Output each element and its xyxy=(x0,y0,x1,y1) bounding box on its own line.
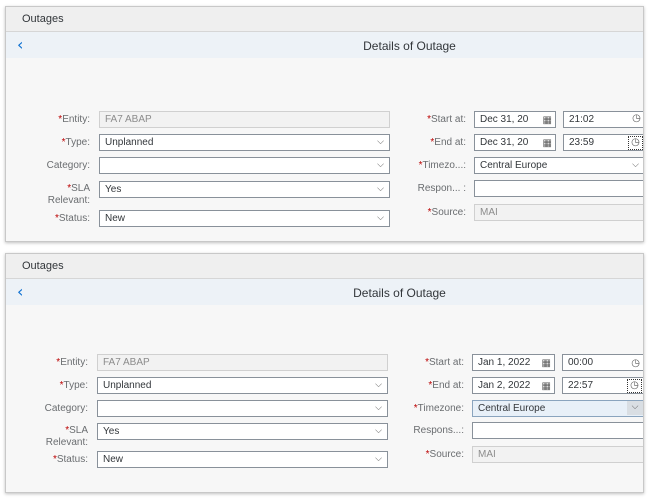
type-value: Unplanned xyxy=(103,380,152,391)
timezone-label: *Timezo...: xyxy=(418,160,466,171)
calendar-icon[interactable]: ▦ xyxy=(542,379,551,393)
clock-icon[interactable]: ◷ xyxy=(631,356,640,370)
outage-form: *Entity: FA7 ABAP *Type: Unplanned ⌵ Cate… xyxy=(6,305,643,492)
start-time-value: 00:00 xyxy=(568,357,594,368)
chevron-down-icon[interactable]: ⌵ xyxy=(627,401,643,415)
page-title: Details of Outage xyxy=(353,286,446,300)
timezone-select[interactable]: Central Europe ⌵ xyxy=(472,400,643,417)
sla-value: Yes xyxy=(105,184,122,195)
end-date-value: Jan 2, 2022 xyxy=(478,380,531,391)
end-time-value: 22:57 xyxy=(568,380,594,391)
sla-select[interactable]: Yes ⌵ xyxy=(97,423,388,440)
start-date-value: Dec 31, 20 xyxy=(480,114,529,125)
start-time-field[interactable]: 21:02 ◷ xyxy=(563,111,643,128)
entity-label: *Entity: xyxy=(58,114,90,125)
chevron-down-icon[interactable]: ⌵ xyxy=(375,401,382,416)
clock-icon[interactable]: ◷ xyxy=(630,113,643,125)
type-select[interactable]: Unplanned ⌵ xyxy=(99,134,390,151)
calendar-icon[interactable]: ▦ xyxy=(543,136,552,150)
source-label: *Source: xyxy=(425,449,464,460)
responsible-input[interactable] xyxy=(474,180,643,197)
start-time-value: 21:02 xyxy=(569,114,595,125)
end-time-field[interactable]: 23:59 ◷ xyxy=(563,134,643,151)
timezone-value: Central Europe xyxy=(478,403,546,414)
category-label: Category: xyxy=(46,160,90,171)
chevron-down-icon[interactable]: ⌵ xyxy=(632,158,639,173)
status-label: *Status: xyxy=(52,454,88,465)
outage-panel-1: Outages ‹ Details of Outage *Entity: FA7… xyxy=(5,6,644,242)
end-date-field[interactable]: Jan 2, 2022 ▦ xyxy=(472,377,555,394)
start-time-field[interactable]: 00:00 ◷ xyxy=(562,354,643,371)
entity-field: FA7 ABAP xyxy=(99,111,390,128)
outage-form: *Entity: FA7 ABAP *Type: Unplanned ⌵ Cate… xyxy=(6,58,643,241)
tab-outages[interactable]: Outages xyxy=(6,254,643,279)
status-label: *Status: xyxy=(54,213,90,224)
timezone-value: Central Europe xyxy=(480,160,548,171)
sla-select[interactable]: Yes ⌵ xyxy=(99,181,390,198)
start-label: *Start at: xyxy=(425,357,464,368)
page-header: ‹ Details of Outage xyxy=(6,279,643,307)
entity-field: FA7 ABAP xyxy=(97,354,388,371)
status-select[interactable]: New ⌵ xyxy=(97,451,388,468)
category-select[interactable]: ⌵ xyxy=(97,400,388,417)
status-value: New xyxy=(103,454,124,465)
start-date-value: Jan 1, 2022 xyxy=(478,357,531,368)
end-label: *End at: xyxy=(430,137,466,148)
chevron-down-icon[interactable]: ⌵ xyxy=(377,158,384,173)
end-date-value: Dec 31, 20 xyxy=(480,137,529,148)
end-date-field[interactable]: Dec 31, 20 ▦ xyxy=(474,134,556,151)
status-select[interactable]: New ⌵ xyxy=(99,210,390,227)
status-value: New xyxy=(105,213,126,224)
type-select[interactable]: Unplanned ⌵ xyxy=(97,377,388,394)
type-label: *Type: xyxy=(59,380,88,391)
sla-label: *SLA Relevant: xyxy=(47,183,90,206)
responsible-label: Respons...: xyxy=(413,425,464,436)
start-date-field[interactable]: Dec 31, 20 ▦ xyxy=(474,111,556,128)
chevron-down-icon[interactable]: ⌵ xyxy=(375,378,382,393)
outage-panel-2: Outages ‹ Details of Outage *Entity: FA7… xyxy=(5,253,644,493)
type-label: *Type: xyxy=(61,137,90,148)
page-header: ‹ Details of Outage xyxy=(6,32,643,60)
chevron-down-icon[interactable]: ⌵ xyxy=(377,182,384,197)
timezone-label: *Timezone: xyxy=(413,403,464,414)
end-time-field[interactable]: 22:57 ◷ xyxy=(562,377,643,394)
sla-value: Yes xyxy=(103,426,120,437)
calendar-icon[interactable]: ▦ xyxy=(543,113,552,127)
tab-outages[interactable]: Outages xyxy=(6,7,643,32)
source-field: MAI xyxy=(474,204,643,221)
end-time-value: 23:59 xyxy=(569,137,595,148)
type-value: Unplanned xyxy=(105,137,154,148)
chevron-down-icon[interactable]: ⌵ xyxy=(377,211,384,226)
responsible-label: Respon... : xyxy=(417,183,466,194)
chevron-down-icon[interactable]: ⌵ xyxy=(375,424,382,439)
page-title: Details of Outage xyxy=(363,39,456,53)
end-label: *End at: xyxy=(428,380,464,391)
clock-icon[interactable]: ◷ xyxy=(628,136,643,150)
category-select[interactable]: ⌵ xyxy=(99,157,390,174)
category-label: Category: xyxy=(44,403,88,414)
start-label: *Start at: xyxy=(427,114,466,125)
source-field: MAI xyxy=(472,446,643,463)
clock-icon[interactable]: ◷ xyxy=(627,379,642,393)
timezone-select[interactable]: Central Europe ⌵ xyxy=(474,157,643,174)
responsible-input[interactable] xyxy=(472,422,643,439)
sla-label: *SLA Relevant: xyxy=(45,425,88,448)
chevron-down-icon[interactable]: ⌵ xyxy=(377,135,384,150)
entity-label: *Entity: xyxy=(56,357,88,368)
start-date-field[interactable]: Jan 1, 2022 ▦ xyxy=(472,354,555,371)
source-label: *Source: xyxy=(427,207,466,218)
chevron-down-icon[interactable]: ⌵ xyxy=(375,452,382,467)
calendar-icon[interactable]: ▦ xyxy=(542,356,551,370)
